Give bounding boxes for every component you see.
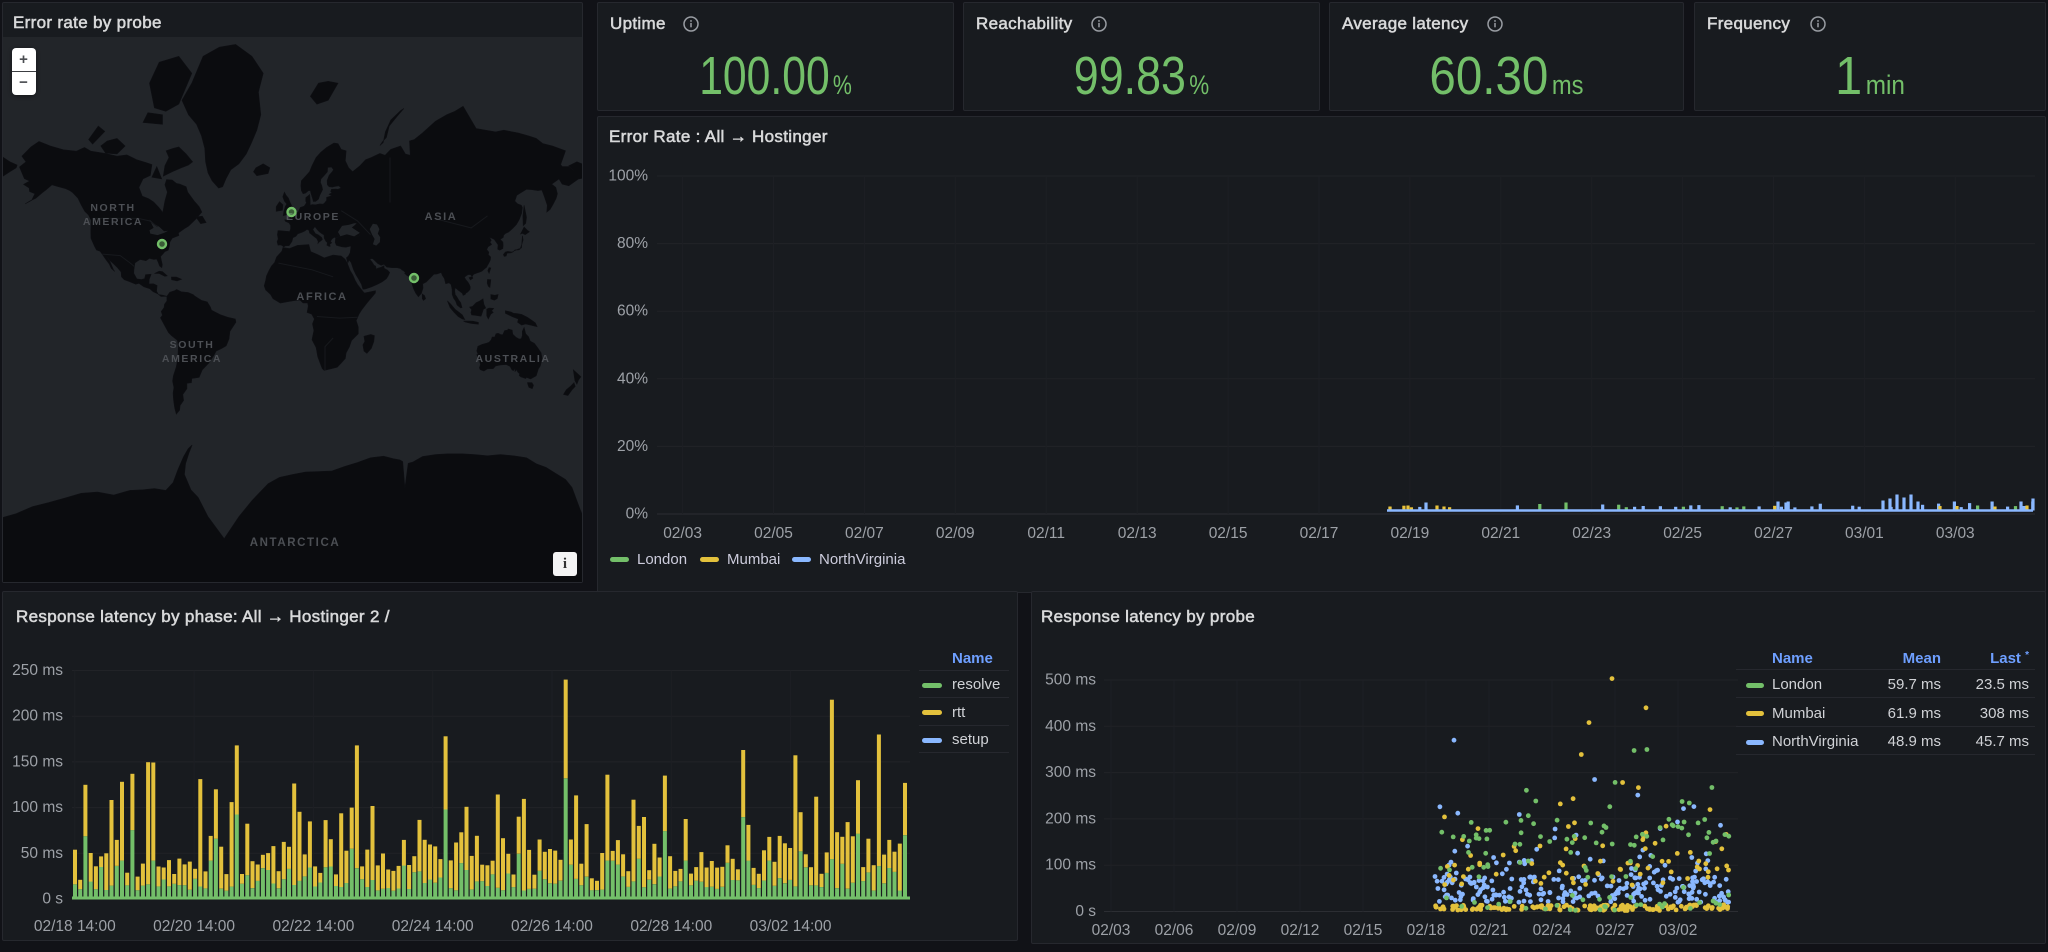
svg-text:02/09: 02/09 — [936, 525, 975, 542]
svg-text:60%: 60% — [617, 303, 648, 320]
svg-text:ANTARCTICA: ANTARCTICA — [250, 537, 341, 549]
svg-text:02/21: 02/21 — [1481, 525, 1520, 542]
svg-text:AMERICA: AMERICA — [83, 216, 143, 228]
svg-text:02/24 14:00: 02/24 14:00 — [392, 918, 474, 935]
svg-text:02/19: 02/19 — [1391, 525, 1430, 542]
svg-text:50 ms: 50 ms — [21, 845, 63, 862]
svg-text:200 ms: 200 ms — [1045, 810, 1096, 827]
svg-text:02/18: 02/18 — [1407, 922, 1446, 939]
svg-text:ASIA: ASIA — [425, 211, 458, 223]
svg-text:02/11: 02/11 — [1027, 525, 1065, 542]
svg-text:02/06: 02/06 — [1155, 922, 1194, 939]
svg-text:02/17: 02/17 — [1300, 525, 1339, 542]
svg-text:02/21: 02/21 — [1470, 922, 1509, 939]
svg-text:02/27: 02/27 — [1754, 525, 1793, 542]
svg-text:02/12: 02/12 — [1281, 922, 1320, 939]
svg-text:0 s: 0 s — [1075, 903, 1096, 920]
svg-text:80%: 80% — [617, 235, 648, 252]
svg-text:100%: 100% — [608, 168, 648, 185]
svg-text:02/28 14:00: 02/28 14:00 — [630, 918, 712, 935]
svg-text:150 ms: 150 ms — [12, 753, 63, 770]
svg-text:0%: 0% — [626, 506, 649, 523]
svg-text:02/26 14:00: 02/26 14:00 — [511, 918, 593, 935]
svg-text:40%: 40% — [617, 370, 648, 387]
svg-text:02/07: 02/07 — [845, 525, 884, 542]
svg-text:0 s: 0 s — [42, 891, 63, 908]
svg-text:100 ms: 100 ms — [1045, 857, 1096, 874]
svg-text:02/18 14:00: 02/18 14:00 — [34, 918, 116, 935]
svg-text:300 ms: 300 ms — [1045, 764, 1096, 781]
svg-text:02/15: 02/15 — [1344, 922, 1383, 939]
svg-text:200 ms: 200 ms — [12, 708, 63, 725]
svg-text:AMERICA: AMERICA — [162, 353, 222, 365]
svg-text:02/23: 02/23 — [1572, 525, 1611, 542]
svg-text:NORTH: NORTH — [90, 202, 135, 214]
svg-text:250 ms: 250 ms — [12, 662, 63, 679]
svg-text:02/20 14:00: 02/20 14:00 — [153, 918, 235, 935]
svg-text:500 ms: 500 ms — [1045, 672, 1096, 689]
svg-text:02/03: 02/03 — [1092, 922, 1131, 939]
svg-text:03/01: 03/01 — [1845, 525, 1884, 542]
svg-text:02/27: 02/27 — [1596, 922, 1635, 939]
svg-text:AFRICA: AFRICA — [296, 291, 347, 303]
svg-text:02/13: 02/13 — [1118, 525, 1157, 542]
svg-text:100 ms: 100 ms — [12, 799, 63, 816]
svg-text:02/15: 02/15 — [1209, 525, 1248, 542]
svg-text:03/02: 03/02 — [1659, 922, 1698, 939]
svg-text:02/05: 02/05 — [754, 525, 793, 542]
svg-text:400 ms: 400 ms — [1045, 718, 1096, 735]
svg-text:SOUTH: SOUTH — [170, 339, 215, 351]
svg-text:AUSTRALIA: AUSTRALIA — [475, 353, 550, 365]
svg-text:03/02 14:00: 03/02 14:00 — [750, 918, 832, 935]
svg-text:02/25: 02/25 — [1663, 525, 1702, 542]
svg-text:02/09: 02/09 — [1218, 922, 1257, 939]
svg-text:02/03: 02/03 — [663, 525, 702, 542]
svg-text:02/22 14:00: 02/22 14:00 — [272, 918, 354, 935]
svg-text:20%: 20% — [617, 438, 648, 455]
svg-text:02/24: 02/24 — [1533, 922, 1572, 939]
svg-text:03/03: 03/03 — [1936, 525, 1975, 542]
